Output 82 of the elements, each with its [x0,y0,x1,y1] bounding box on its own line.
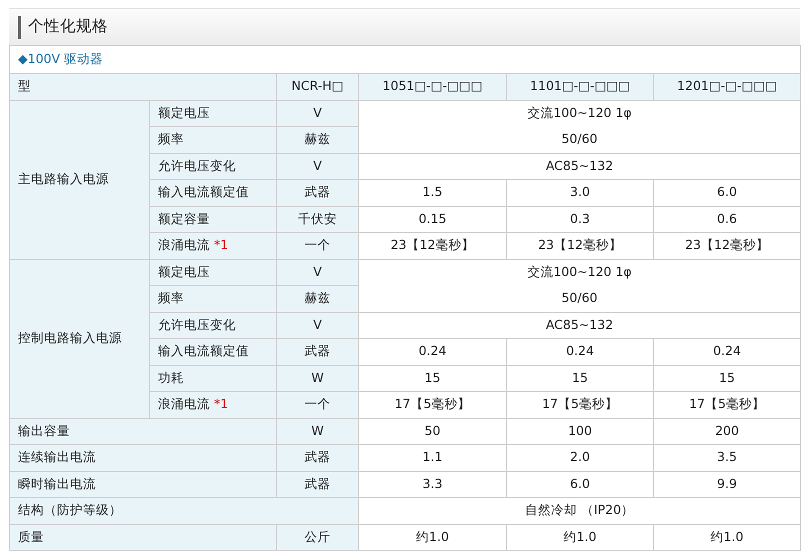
value-cell: 6.0 [654,180,800,206]
group-label: 控制电路输入电源 [10,259,150,418]
unit-cell: 武器 [276,471,358,498]
value-cell: 15 [358,365,506,392]
row-label-text: 浪涌电流 [158,237,210,252]
value-cell: 3.5 [654,444,800,471]
value-cell: 6.0 [506,471,654,498]
value-cell: 50 [358,418,506,444]
row-label: 输出容量 [10,418,276,444]
value-cell: 50/60 [358,286,800,312]
value-cell: 自然冷却 （IP20） [358,498,800,524]
row-label: 允许电压变化 [150,312,276,338]
unit-cell: V [276,259,358,286]
header-cell: 1101□-□-□□□ [506,74,654,100]
value-cell: 0.24 [506,338,654,365]
unit-cell: 赫兹 [276,286,358,312]
value-cell: 2.0 [506,444,654,471]
value-cell: 3.0 [506,180,654,206]
unit-cell: W [276,365,358,392]
unit-cell: V [276,312,358,338]
value-cell: AC85~132 [358,312,800,338]
value-cell: 0.24 [654,338,800,365]
value-cell: 0.6 [654,206,800,232]
header-cell: NCR-H□ [276,74,358,100]
value-cell: 15 [506,365,654,392]
row-label: 结构（防护等级） [10,498,358,524]
row-label-text: 浪涌电流 [158,396,210,412]
unit-cell: 武器 [276,444,358,471]
row-label: 质量 [10,524,276,550]
value-cell: 9.9 [654,471,800,498]
unit-cell: W [276,418,358,444]
unit-cell: 武器 [276,180,358,206]
value-cell: 100 [506,418,654,444]
unit-cell: V [276,153,358,180]
value-cell: 约1.0 [654,524,800,550]
section-title: 个性化规格 [28,16,108,38]
unit-cell: 公斤 [276,524,358,550]
row-label: 频率 [150,286,276,312]
unit-cell: 千伏安 [276,206,358,232]
note-mark: *1 [214,237,228,252]
value-cell: 23【12毫秒】 [654,232,800,259]
value-cell: 50/60 [358,126,800,153]
value-cell: 0.24 [358,338,506,365]
unit-cell: 赫兹 [276,126,358,153]
value-cell: AC85~132 [358,153,800,180]
row-label: 频率 [150,126,276,153]
value-cell: 0.15 [358,206,506,232]
value-cell: 1.1 [358,444,506,471]
value-cell: 23【12毫秒】 [358,232,506,259]
row-label: 输入电流额定值 [150,180,276,206]
row-label: 连续输出电流 [10,444,276,471]
value-cell: 1.5 [358,180,506,206]
value-cell: 17【5毫秒】 [654,392,800,418]
section-heading-text: ◆100V 驱动器 [18,51,103,66]
value-cell: 3.3 [358,471,506,498]
unit-cell: 武器 [276,338,358,365]
unit-cell: 一个 [276,232,358,259]
value-cell: 交流100~120 1φ [358,259,800,286]
header-cell: 型 [10,74,276,100]
value-cell: 15 [654,365,800,392]
group-label: 主电路输入电源 [10,100,150,259]
value-cell: 17【5毫秒】 [506,392,654,418]
row-label: 功耗 [150,365,276,392]
unit-cell: 一个 [276,392,358,418]
row-label: 额定容量 [150,206,276,232]
row-label: 瞬时输出电流 [10,471,276,498]
note-mark: *1 [214,396,228,412]
value-cell: 交流100~120 1φ [358,100,800,126]
header-cell: 1051□-□-□□□ [358,74,506,100]
value-cell: 约1.0 [506,524,654,550]
row-label: 输入电流额定值 [150,338,276,365]
value-cell: 23【12毫秒】 [506,232,654,259]
value-cell: 0.3 [506,206,654,232]
row-label: 额定电压 [150,259,276,286]
row-label: 允许电压变化 [150,153,276,180]
value-cell: 约1.0 [358,524,506,550]
row-label: 额定电压 [150,100,276,126]
header-cell: 1201□-□-□□□ [654,74,800,100]
unit-cell: V [276,100,358,126]
title-accent-bar [18,16,21,38]
value-cell: 200 [654,418,800,444]
value-cell: 17【5毫秒】 [358,392,506,418]
